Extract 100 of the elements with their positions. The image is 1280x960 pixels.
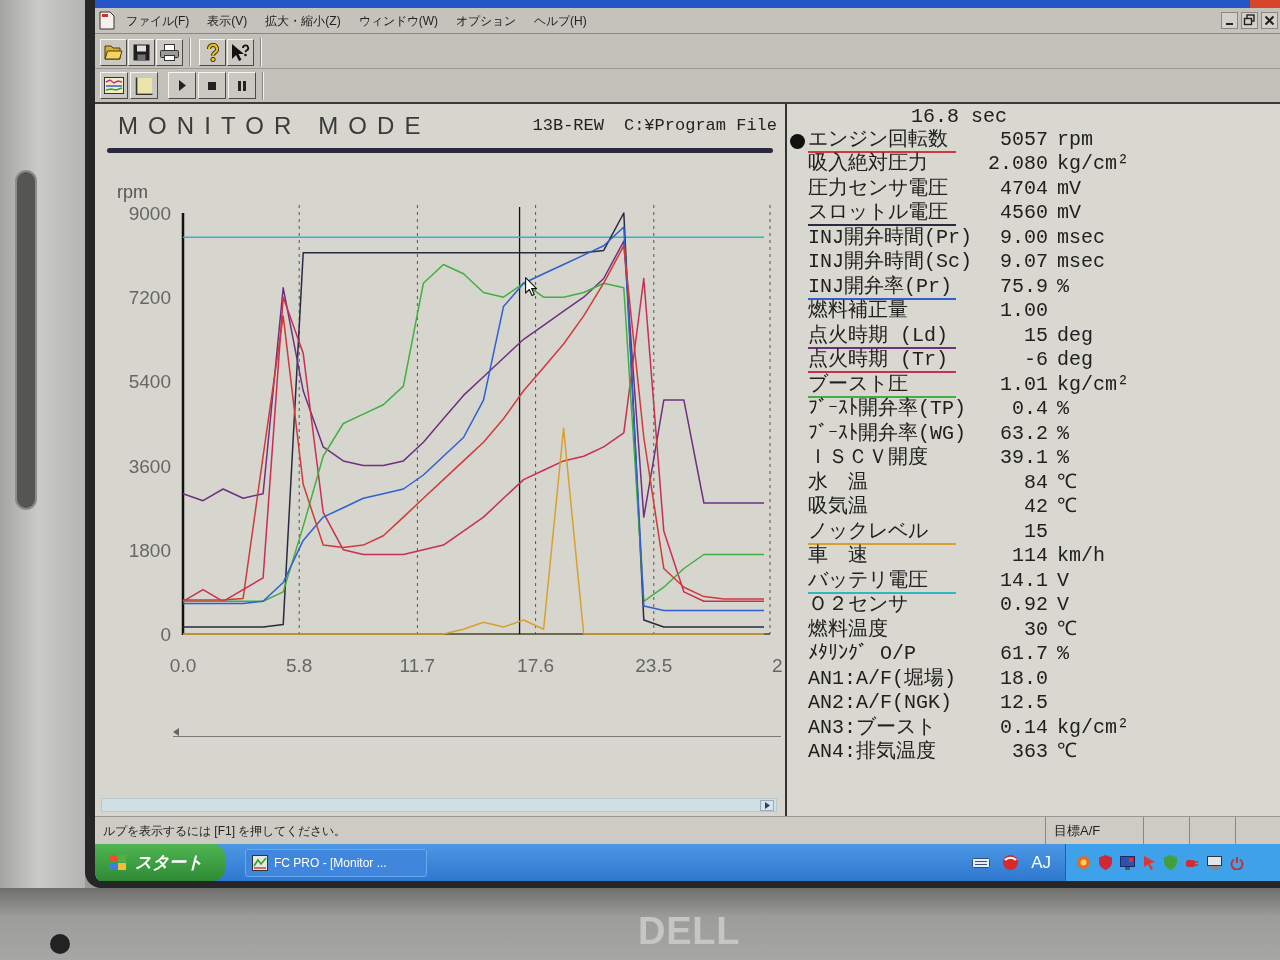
parameter-value: 15	[1024, 324, 1048, 347]
open-button[interactable]	[100, 38, 127, 66]
parameter-label[interactable]: ブースト圧	[808, 373, 908, 396]
parameter-label[interactable]: ＩＳＣＶ開度	[808, 447, 928, 469]
parameter-label[interactable]: AN1:A/F(堀場)	[808, 667, 957, 690]
parameter-unit: mV	[1057, 177, 1081, 202]
parameter-label[interactable]: 圧力センサ電圧	[808, 177, 948, 200]
page-button[interactable]	[130, 72, 158, 99]
parameter-label[interactable]: INJ開弁時間(Sc)	[808, 251, 972, 273]
menu-item[interactable]: ファイル(F)	[122, 11, 194, 30]
app-icon	[252, 854, 268, 871]
parameter-label[interactable]: 車 速	[808, 545, 868, 567]
scrollbar-track[interactable]	[101, 798, 777, 812]
parameter-label[interactable]: スロットル電圧	[808, 202, 948, 224]
parameter-unit: %	[1057, 398, 1069, 422]
parameter-label[interactable]: 吸入絶対圧力	[808, 153, 928, 175]
parameter-unit: deg	[1057, 324, 1093, 349]
parameter-label[interactable]: 水 温	[808, 471, 868, 494]
parameter-value: 4560	[1000, 202, 1048, 224]
parameter-label[interactable]: 点火時期 (Ld)	[808, 324, 948, 347]
parameter-value: 84	[1024, 471, 1048, 494]
parameter-value: 5057	[1000, 128, 1048, 151]
status-field: 目標A/F	[1054, 820, 1101, 841]
context-help-button[interactable]	[227, 38, 254, 66]
parameter-value: 114	[1012, 545, 1048, 567]
parameter-label[interactable]: ﾌﾞｰｽﾄ開弁率(WG)	[808, 422, 966, 445]
minimize-icon[interactable]	[1221, 12, 1238, 29]
parameter-label[interactable]: 点火時期 (Tr)	[808, 349, 948, 371]
parameter-label[interactable]: 吸気温	[808, 496, 868, 518]
scroll-right-button[interactable]	[760, 799, 774, 811]
parameter-unit: mV	[1057, 202, 1081, 226]
menu-item[interactable]: ヘルプ(H)	[530, 11, 591, 30]
parameter-label[interactable]: 燃料温度	[808, 618, 888, 641]
printer-icon	[160, 43, 179, 61]
keyboard-icon[interactable]	[972, 857, 991, 868]
print-button[interactable]	[156, 38, 183, 66]
file-path: C:¥Program File	[623, 115, 777, 138]
parameter-label[interactable]: Ｏ２センサ	[808, 594, 908, 616]
computer-icon[interactable]	[1207, 855, 1222, 870]
menu-item[interactable]: ウィンドウ(W)	[354, 11, 442, 30]
chart-button[interactable]	[100, 72, 128, 99]
parameter-unit: msec	[1057, 226, 1105, 251]
menu-item[interactable]: 表示(V)	[203, 11, 252, 30]
menu-item[interactable]: オプション	[452, 11, 520, 30]
parameter-label[interactable]: バッテリ電圧	[808, 569, 928, 592]
monitor-icon[interactable]	[1120, 855, 1135, 870]
parameter-unit: ℃	[1057, 618, 1077, 643]
parameter-value: 4704	[1000, 177, 1048, 200]
parameter-value: 9.00	[1000, 226, 1048, 249]
document-icon	[98, 11, 116, 30]
parameter-label[interactable]: AN4:排気温度	[808, 741, 936, 763]
play-button[interactable]	[168, 72, 196, 99]
stop-button[interactable]	[198, 72, 226, 99]
play-icon	[178, 80, 186, 91]
chart-icon	[104, 77, 124, 94]
parameter-value: 363	[1012, 741, 1048, 763]
close-icon[interactable]	[1261, 12, 1278, 29]
axis-tick-label: 5400	[128, 371, 171, 393]
ime-indicator[interactable]: AJ	[1031, 849, 1051, 876]
menu-item[interactable]: 拡大・縮小(Z)	[261, 11, 345, 30]
parameter-value: 61.7	[1000, 643, 1048, 665]
parameter-value: 1.00	[1000, 300, 1048, 322]
parameter-unit: ℃	[1057, 741, 1077, 765]
pause-button[interactable]	[228, 72, 256, 99]
help-button[interactable]	[199, 38, 226, 66]
parameter-value: 14.1	[1000, 569, 1048, 592]
parameter-label[interactable]: エンジン回転数	[808, 128, 948, 151]
parameter-label[interactable]: ノックレベル	[808, 520, 928, 543]
axis-tick-label: 3600	[128, 455, 171, 477]
cursor-line[interactable]	[518, 206, 521, 635]
parameter-unit: V	[1057, 569, 1069, 594]
parameter-unit: V	[1057, 594, 1069, 618]
parameter-value: 0.14	[1000, 716, 1048, 739]
parameter-label[interactable]: ﾌﾞｰｽﾄ開弁率(TP)	[808, 398, 966, 420]
parameter-value: 63.2	[1000, 422, 1048, 445]
parameter-value: 0.92	[1000, 594, 1048, 616]
parameter-label[interactable]: AN2:A/F(NGK)	[808, 692, 953, 714]
save-button[interactable]	[128, 38, 155, 66]
taskbar-button[interactable]: FC PRO - [Monitor ...	[245, 848, 427, 877]
horizontal-scrollbar[interactable]	[173, 727, 781, 737]
parameter-label[interactable]: INJ開弁時間(Pr)	[808, 226, 972, 249]
restore-icon[interactable]	[1241, 12, 1258, 29]
parameter-value: 42	[1024, 496, 1048, 518]
hole-icon	[50, 934, 70, 954]
parameter-label[interactable]: AN3:ブースト	[808, 716, 936, 739]
flag-icon	[109, 854, 127, 871]
folder-icon	[104, 44, 123, 60]
axis-tick-label: 7200	[128, 287, 171, 309]
ball-icon[interactable]	[1002, 854, 1020, 871]
axis-tick-label: 1800	[128, 539, 171, 561]
parameter-value: 30	[1024, 618, 1048, 641]
parameter-value: 15	[1024, 520, 1048, 543]
parameter-label[interactable]: 燃料補正量	[808, 300, 908, 322]
parameter-unit: deg	[1057, 349, 1093, 373]
parameter-label[interactable]: INJ開弁率(Pr)	[808, 275, 952, 298]
parameter-unit: kg/cm²	[1057, 716, 1129, 741]
stop-icon	[208, 81, 216, 90]
parameter-label[interactable]: ﾒﾀﾘﾝｸﾞ O/P	[808, 643, 916, 665]
left-arrow-icon[interactable]	[173, 727, 179, 736]
parameter-unit: %	[1057, 422, 1069, 447]
